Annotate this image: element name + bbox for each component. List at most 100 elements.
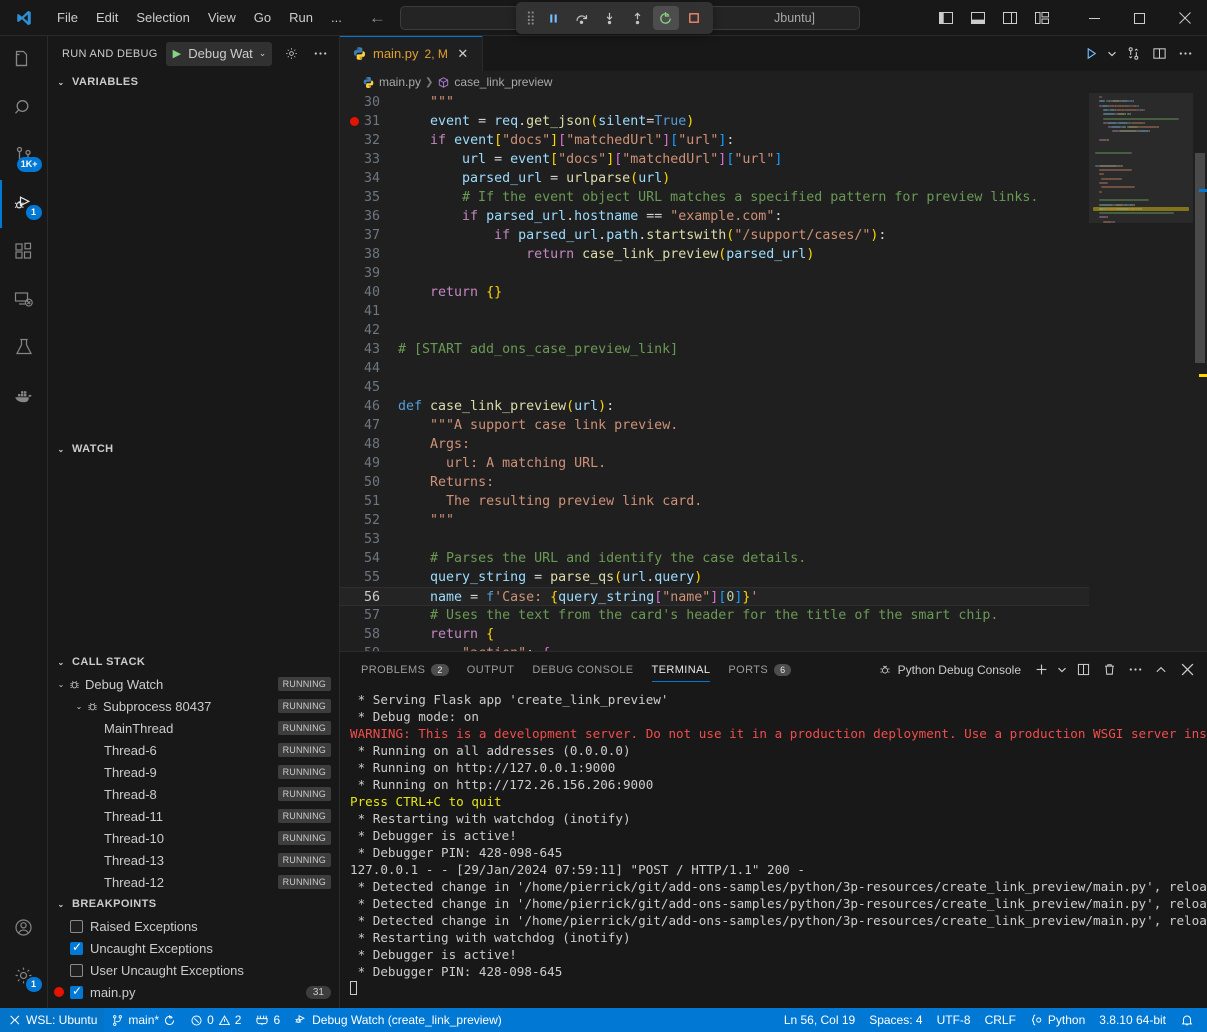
more-actions-icon[interactable] bbox=[1173, 42, 1197, 66]
pause-button[interactable] bbox=[541, 6, 567, 30]
code-line[interactable]: 40 return {} bbox=[340, 283, 1089, 302]
panel-tab-output[interactable]: OUTPUT bbox=[458, 652, 524, 687]
line-number[interactable]: 47 bbox=[340, 416, 398, 435]
status-branch[interactable]: main* bbox=[104, 1008, 183, 1032]
activitybar-item-manage[interactable]: 1 bbox=[0, 952, 48, 1000]
breakpoint-row[interactable]: Uncaught Exceptions bbox=[48, 937, 339, 959]
line-number[interactable]: 41 bbox=[340, 302, 398, 321]
stop-button[interactable] bbox=[681, 6, 707, 30]
activitybar-item-source-control[interactable]: 1K+ bbox=[0, 132, 48, 180]
code-line[interactable]: 53 bbox=[340, 530, 1089, 549]
code-line[interactable]: 57 # Uses the text from the card's heade… bbox=[340, 606, 1089, 625]
activitybar-item-accounts[interactable] bbox=[0, 904, 48, 952]
line-number[interactable]: 32 bbox=[340, 131, 398, 150]
line-number[interactable]: 48 bbox=[340, 435, 398, 454]
code-line[interactable]: 45 bbox=[340, 378, 1089, 397]
code-line[interactable]: 47 """A support case link preview. bbox=[340, 416, 1089, 435]
line-number[interactable]: 38 bbox=[340, 245, 398, 264]
minimap[interactable] bbox=[1089, 93, 1193, 651]
terminal-dropdown-icon[interactable] bbox=[1055, 658, 1069, 682]
breakpoint-row[interactable]: User Uncaught Exceptions bbox=[48, 959, 339, 981]
code-line[interactable]: 48 Args: bbox=[340, 435, 1089, 454]
code-line[interactable]: 54 # Parses the URL and identify the cas… bbox=[340, 549, 1089, 568]
code-line[interactable]: 58 return { bbox=[340, 625, 1089, 644]
step-out-button[interactable] bbox=[625, 6, 651, 30]
panel-tab-ports[interactable]: PORTS 6 bbox=[719, 652, 800, 687]
menu-file[interactable]: File bbox=[48, 7, 87, 28]
menu-view[interactable]: View bbox=[199, 7, 245, 28]
ellipsis-icon[interactable] bbox=[310, 43, 331, 65]
code-line[interactable]: 39 bbox=[340, 264, 1089, 283]
status-interpreter[interactable]: 3.8.10 64-bit bbox=[1092, 1008, 1173, 1032]
line-number[interactable]: 51 bbox=[340, 492, 398, 511]
status-encoding[interactable]: UTF-8 bbox=[930, 1008, 978, 1032]
maximize-button[interactable] bbox=[1117, 0, 1162, 36]
activitybar-item-remote-explorer[interactable] bbox=[0, 276, 48, 324]
customize-layout-icon[interactable] bbox=[1028, 5, 1056, 31]
line-number[interactable]: 53 bbox=[340, 530, 398, 549]
breakpoint-row[interactable]: main.py31 bbox=[48, 981, 339, 1003]
debug-toolbar[interactable]: ⣿ bbox=[516, 2, 713, 34]
breadcrumb-symbol[interactable]: case_link_preview bbox=[437, 75, 552, 89]
activitybar-item-explorer[interactable] bbox=[0, 36, 48, 84]
code-line[interactable]: 42 bbox=[340, 321, 1089, 340]
panel-tab-debug-console[interactable]: DEBUG CONSOLE bbox=[523, 652, 642, 687]
toggle-primary-sidebar-icon[interactable] bbox=[932, 5, 960, 31]
source-control-changes-icon[interactable] bbox=[1121, 42, 1145, 66]
minimap-slider[interactable] bbox=[1089, 93, 1193, 223]
breakpoint-checkbox[interactable] bbox=[70, 986, 83, 999]
play-icon[interactable]: ▶ bbox=[166, 47, 189, 60]
new-terminal-icon[interactable] bbox=[1029, 658, 1053, 682]
line-number[interactable]: 57 bbox=[340, 606, 398, 625]
toggle-panel-icon[interactable] bbox=[964, 5, 992, 31]
activitybar-item-docker[interactable] bbox=[0, 372, 48, 420]
run-dropdown-icon[interactable] bbox=[1105, 42, 1119, 66]
chevron-down-icon[interactable]: ⌄ bbox=[72, 702, 86, 711]
code-line[interactable]: 55 query_string = parse_qs(url.query) bbox=[340, 568, 1089, 587]
step-into-button[interactable] bbox=[597, 6, 623, 30]
line-number[interactable]: 56 bbox=[340, 588, 398, 607]
line-number[interactable]: 55 bbox=[340, 568, 398, 587]
status-language[interactable]: Python bbox=[1023, 1008, 1092, 1032]
menu-more[interactable]: ... bbox=[322, 7, 351, 28]
variables-header[interactable]: ⌄ VARIABLES bbox=[48, 71, 339, 93]
step-over-button[interactable] bbox=[569, 6, 595, 30]
code-line[interactable]: 44 bbox=[340, 359, 1089, 378]
activitybar-item-run-and-debug[interactable]: 1 bbox=[0, 180, 48, 228]
terminal-output[interactable]: * Serving Flask app 'create_link_preview… bbox=[340, 687, 1207, 1008]
code-line[interactable]: 33 url = event["docs"]["matchedUrl"]["ur… bbox=[340, 150, 1089, 169]
line-number[interactable]: 40 bbox=[340, 283, 398, 302]
activitybar-item-extensions[interactable] bbox=[0, 228, 48, 276]
code-line[interactable]: 52 """ bbox=[340, 511, 1089, 530]
menu-edit[interactable]: Edit bbox=[87, 7, 127, 28]
callstack-row[interactable]: ⌄Subprocess 80437RUNNING bbox=[48, 695, 339, 717]
restart-button[interactable] bbox=[653, 6, 679, 30]
split-terminal-icon[interactable] bbox=[1071, 658, 1095, 682]
split-editor-icon[interactable] bbox=[1147, 42, 1171, 66]
active-terminal-name[interactable]: Python Debug Console bbox=[878, 663, 1027, 677]
run-python-file-button[interactable] bbox=[1079, 42, 1103, 66]
line-number[interactable]: 35 bbox=[340, 188, 398, 207]
status-ports[interactable]: 6 bbox=[248, 1008, 287, 1032]
status-remote[interactable]: WSL: Ubuntu bbox=[0, 1008, 104, 1032]
callstack-row[interactable]: Thread-12RUNNING bbox=[48, 871, 339, 893]
kill-terminal-icon[interactable] bbox=[1097, 658, 1121, 682]
line-number[interactable]: 33 bbox=[340, 150, 398, 169]
drag-handle-icon[interactable]: ⣿ bbox=[522, 10, 539, 26]
launch-config-selector[interactable]: ▶ Debug Wat ⌄ bbox=[166, 42, 273, 66]
line-number[interactable]: 50 bbox=[340, 473, 398, 492]
panel-tab-problems[interactable]: PROBLEMS 2 bbox=[352, 652, 458, 687]
chevron-down-icon[interactable]: ⌄ bbox=[257, 48, 273, 59]
panel-tab-terminal[interactable]: TERMINAL bbox=[643, 652, 720, 687]
breakpoints-header[interactable]: ⌄ BREAKPOINTS bbox=[48, 893, 339, 915]
callstack-row[interactable]: Thread-11RUNNING bbox=[48, 805, 339, 827]
status-eol[interactable]: CRLF bbox=[978, 1008, 1023, 1032]
menu-run[interactable]: Run bbox=[280, 7, 322, 28]
status-notifications[interactable] bbox=[1173, 1008, 1201, 1032]
code-line[interactable]: 46def case_link_preview(url): bbox=[340, 397, 1089, 416]
callstack-row[interactable]: Thread-8RUNNING bbox=[48, 783, 339, 805]
code-line[interactable]: 32 if event["docs"]["matchedUrl"]["url"]… bbox=[340, 131, 1089, 150]
menu-selection[interactable]: Selection bbox=[127, 7, 198, 28]
code-line[interactable]: 41 bbox=[340, 302, 1089, 321]
editor-scrollbar[interactable] bbox=[1193, 93, 1207, 651]
